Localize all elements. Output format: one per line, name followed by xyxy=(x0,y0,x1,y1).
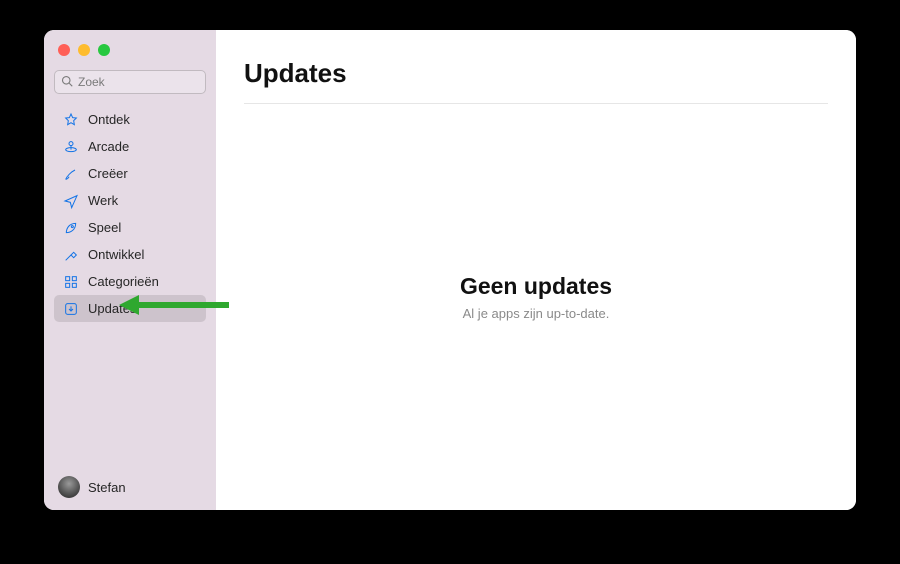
sidebar-item-label: Speel xyxy=(88,220,121,235)
sidebar-item-label: Updates xyxy=(88,301,136,316)
rocket-icon xyxy=(62,220,80,236)
paperplane-icon xyxy=(62,193,80,209)
sidebar-item-label: Creëer xyxy=(88,166,128,181)
sidebar-nav: Ontdek Arcade Creëer Werk xyxy=(54,106,206,322)
app-window: Zoek Ontdek Arcade Creëer xyxy=(44,30,856,510)
empty-state-title: Geen updates xyxy=(460,273,612,300)
search-placeholder: Zoek xyxy=(78,75,105,89)
close-window-button[interactable] xyxy=(58,44,70,56)
minimize-window-button[interactable] xyxy=(78,44,90,56)
sidebar-item-label: Werk xyxy=(88,193,118,208)
empty-state-subtitle: Al je apps zijn up-to-date. xyxy=(463,306,610,321)
window-controls xyxy=(54,38,206,70)
sidebar-item-label: Ontwikkel xyxy=(88,247,144,262)
empty-state: Geen updates Al je apps zijn up-to-date. xyxy=(244,94,828,500)
avatar xyxy=(58,476,80,498)
sidebar: Zoek Ontdek Arcade Creëer xyxy=(44,30,216,510)
sidebar-item-work[interactable]: Werk xyxy=(54,187,206,214)
sidebar-item-categories[interactable]: Categorieën xyxy=(54,268,206,295)
sidebar-item-updates[interactable]: Updates xyxy=(54,295,206,322)
sidebar-item-label: Ontdek xyxy=(88,112,130,127)
fullscreen-window-button[interactable] xyxy=(98,44,110,56)
sidebar-item-develop[interactable]: Ontwikkel xyxy=(54,241,206,268)
search-input[interactable]: Zoek xyxy=(54,70,206,94)
search-icon xyxy=(61,75,78,90)
grid-icon xyxy=(62,274,80,290)
sidebar-item-play[interactable]: Speel xyxy=(54,214,206,241)
download-icon xyxy=(62,301,80,317)
sidebar-item-arcade[interactable]: Arcade xyxy=(54,133,206,160)
main-content: Updates Geen updates Al je apps zijn up-… xyxy=(216,30,856,510)
sidebar-item-label: Arcade xyxy=(88,139,129,154)
arcade-icon xyxy=(62,139,80,155)
paintbrush-icon xyxy=(62,166,80,182)
account-button[interactable]: Stefan xyxy=(54,472,206,500)
sidebar-item-discover[interactable]: Ontdek xyxy=(54,106,206,133)
sidebar-item-label: Categorieën xyxy=(88,274,159,289)
star-icon xyxy=(62,112,80,128)
user-name: Stefan xyxy=(88,480,126,495)
hammer-icon xyxy=(62,247,80,263)
sidebar-item-create[interactable]: Creëer xyxy=(54,160,206,187)
